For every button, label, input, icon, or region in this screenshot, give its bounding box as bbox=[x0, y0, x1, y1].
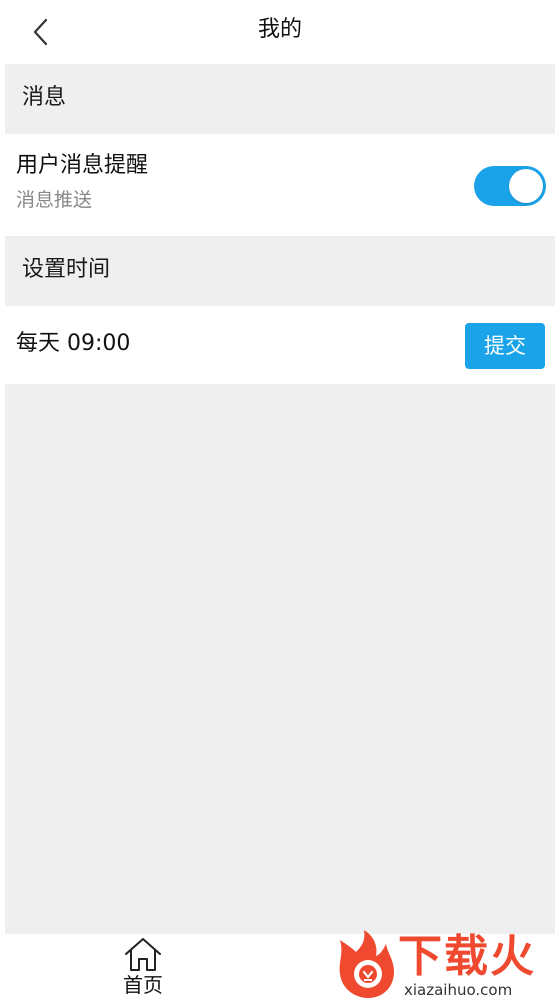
notify-row: 用户消息提醒 消息推送 bbox=[5, 134, 555, 236]
section-title-time: 设置时间 bbox=[22, 257, 111, 282]
settings-content: 消息 用户消息提醒 消息推送 设置时间 每天 09:00 提交 bbox=[5, 64, 555, 934]
app-header: 我的 bbox=[0, 0, 560, 64]
home-icon bbox=[125, 938, 161, 971]
section-title-messages: 消息 bbox=[22, 85, 67, 110]
time-value[interactable]: 每天 09:00 bbox=[16, 328, 130, 360]
toggle-knob bbox=[509, 169, 543, 203]
watermark-text: 下载火 bbox=[398, 931, 536, 982]
watermark-url: xiazaihuo.com bbox=[404, 981, 513, 999]
flame-logo-icon bbox=[339, 930, 394, 998]
tab-home[interactable]: 首页 bbox=[112, 934, 174, 1000]
section-header-messages: 消息 bbox=[5, 64, 555, 134]
tab-home-label: 首页 bbox=[123, 973, 163, 997]
submit-button[interactable]: 提交 bbox=[465, 323, 545, 369]
notify-toggle[interactable] bbox=[474, 166, 546, 206]
page-title: 我的 bbox=[257, 17, 302, 42]
time-row: 每天 09:00 提交 bbox=[5, 306, 555, 384]
watermark: 下载火 xiazaihuo.com bbox=[328, 928, 560, 1000]
notify-title: 用户消息提醒 bbox=[16, 153, 149, 178]
section-header-time: 设置时间 bbox=[5, 236, 555, 306]
notify-subtitle: 消息推送 bbox=[16, 189, 93, 211]
